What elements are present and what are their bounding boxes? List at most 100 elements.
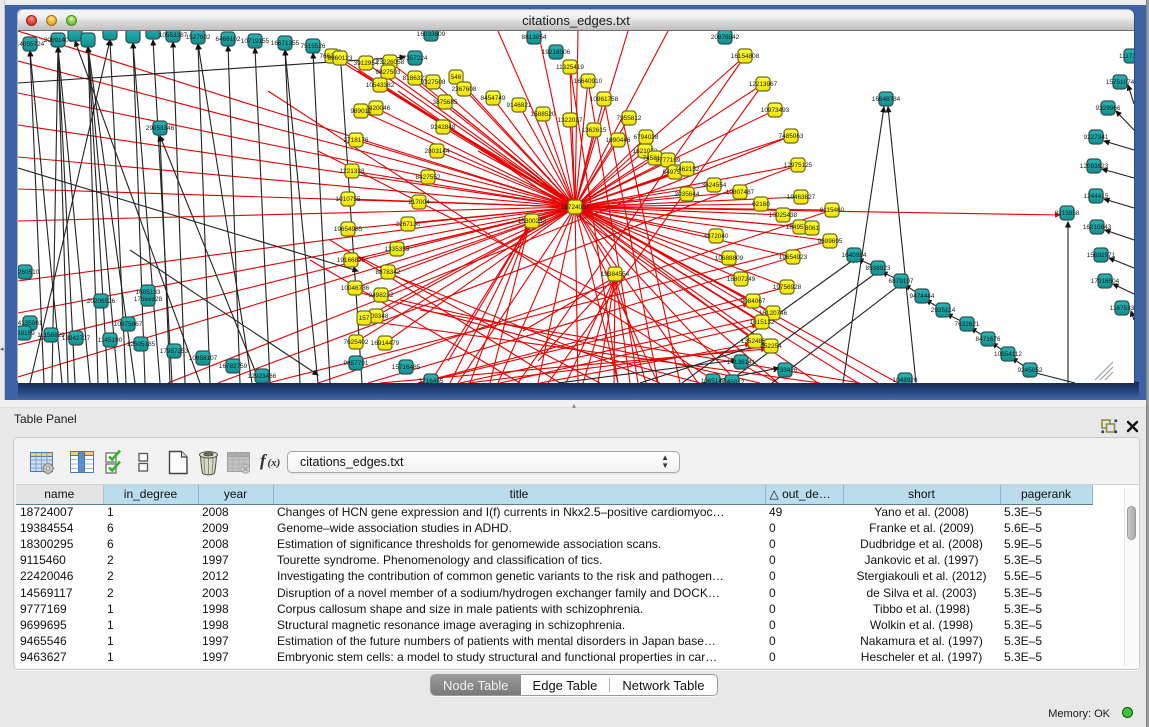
svg-text:10958107: 10958107 [189, 355, 218, 362]
svg-text:12213967: 12213967 [749, 81, 778, 88]
svg-text:3624554: 3624554 [702, 182, 727, 189]
svg-text:16640910: 16640910 [574, 78, 603, 85]
svg-text:9245012: 9245012 [720, 379, 745, 383]
svg-text:10973493: 10973493 [761, 107, 790, 114]
svg-text:15716485: 15716485 [392, 364, 421, 371]
svg-text:1588520: 1588520 [531, 111, 556, 118]
svg-text:2803144: 2803144 [425, 148, 450, 155]
svg-text:29053346: 29053346 [146, 125, 175, 132]
svg-text:4872040: 4872040 [704, 233, 729, 240]
svg-text:7625402: 7625402 [344, 339, 369, 346]
svg-text:10543382: 10543382 [366, 82, 395, 89]
svg-text:16033809: 16033809 [417, 31, 446, 38]
svg-text:18724007: 18724007 [561, 204, 590, 211]
svg-text:9245052: 9245052 [1018, 367, 1043, 374]
svg-text:9827503: 9827503 [376, 69, 401, 76]
svg-text:16671355: 16671355 [271, 40, 300, 47]
svg-text:1527602: 1527602 [186, 34, 211, 41]
svg-text:10807487: 10807487 [726, 189, 755, 196]
svg-text:7357224: 7357224 [403, 55, 428, 62]
svg-text:3267130: 3267130 [396, 221, 421, 228]
svg-text:252254: 252254 [760, 343, 782, 350]
svg-text:19166825: 19166825 [337, 257, 366, 264]
svg-text:1615132: 1615132 [750, 319, 775, 326]
svg-text:1244415: 1244415 [1084, 193, 1109, 200]
svg-text:9474444: 9474444 [910, 293, 935, 300]
svg-text:1010755: 1010755 [336, 196, 361, 203]
svg-text:9498222: 9498222 [369, 292, 394, 299]
svg-text:7955812: 7955812 [617, 115, 642, 122]
svg-text:1145190: 1145190 [98, 337, 123, 344]
svg-text:939159: 939159 [18, 330, 35, 337]
svg-text:8813054: 8813054 [522, 34, 547, 41]
svg-text:9242848: 9242848 [431, 124, 456, 131]
svg-text:8215958: 8215958 [1055, 210, 1080, 217]
svg-text:9146821: 9146821 [507, 102, 532, 109]
svg-text:217004: 217004 [408, 199, 430, 206]
svg-text:9329966: 9329966 [1096, 105, 1121, 112]
svg-text:11325419: 11325419 [556, 64, 584, 71]
svg-text:1990446: 1990446 [606, 137, 631, 144]
svg-text:157: 157 [359, 315, 370, 322]
svg-text:8878342: 8878342 [376, 269, 401, 276]
svg-text:10719155: 10719155 [241, 38, 270, 45]
svg-text:15692971: 15692971 [1087, 252, 1116, 259]
svg-text:7462152: 7462152 [675, 166, 700, 173]
svg-text:16648784: 16648784 [872, 96, 901, 103]
svg-text:1117123: 1117123 [1119, 53, 1134, 60]
svg-text:16154808: 16154808 [731, 53, 760, 60]
svg-text:19654923: 19654923 [779, 254, 808, 261]
svg-text:10961758: 10961758 [590, 96, 619, 103]
svg-text:2718176: 2718176 [344, 137, 369, 144]
svg-text:9857791: 9857791 [344, 360, 369, 367]
svg-text:9227341: 9227341 [1084, 134, 1109, 141]
svg-text:6466102: 6466102 [216, 36, 241, 43]
svg-text:1167533: 1167533 [1110, 305, 1134, 312]
svg-text:1605133: 1605133 [136, 289, 161, 296]
svg-text:1362615: 1362615 [582, 127, 607, 134]
svg-text:2935114: 2935114 [931, 307, 956, 314]
svg-text:9084067: 9084067 [741, 298, 766, 305]
svg-text:9777169: 9777169 [656, 157, 681, 164]
svg-text:9115460: 9115460 [820, 207, 845, 214]
svg-text:14136141: 14136141 [727, 359, 756, 366]
svg-text:9699695: 9699695 [818, 238, 843, 245]
svg-text:8061: 8061 [805, 225, 820, 232]
svg-text:19654985: 19654985 [334, 226, 363, 233]
svg-text:10975867: 10975867 [114, 321, 143, 328]
svg-text:9327508: 9327508 [421, 79, 446, 86]
svg-text:1640934: 1640934 [842, 252, 867, 259]
svg-text:1733426: 1733426 [773, 367, 798, 374]
svg-text:18807249: 18807249 [727, 276, 756, 283]
svg-text:(x): (x) [268, 457, 281, 469]
svg-text:20206526: 20206526 [87, 298, 116, 305]
svg-text:62160: 62160 [752, 201, 770, 208]
svg-text:12975125: 12975125 [784, 162, 813, 169]
svg-text:13942737: 13942737 [62, 335, 91, 342]
svg-text:12093823: 12093823 [1080, 163, 1109, 170]
svg-text:16914479: 16914479 [371, 340, 400, 347]
svg-text:10688809: 10688809 [715, 255, 744, 262]
svg-text:19463627: 19463627 [787, 194, 816, 201]
svg-text:2367608: 2367608 [452, 86, 477, 93]
svg-text:15300233: 15300233 [518, 218, 547, 225]
svg-text:7632621: 7632621 [955, 321, 980, 328]
svg-text:12505185: 12505185 [127, 341, 156, 348]
svg-text:20876842: 20876842 [711, 34, 740, 41]
svg-text:12923466: 12923466 [248, 373, 277, 380]
svg-text:2035644: 2035644 [675, 191, 700, 198]
svg-text:19756928: 19756928 [773, 284, 802, 291]
svg-text:1221338: 1221338 [340, 168, 365, 175]
svg-text:6879197: 6879197 [889, 278, 914, 285]
svg-text:10046786: 10046786 [341, 285, 370, 292]
svg-text:16210643: 16210643 [1083, 224, 1112, 231]
svg-text:25260510: 25260510 [18, 269, 40, 276]
svg-text:8938923: 8938923 [866, 265, 891, 272]
svg-text:1322037: 1322037 [558, 117, 583, 124]
svg-text:16782759: 16782759 [219, 363, 248, 370]
svg-text:7515526: 7515526 [301, 43, 326, 50]
svg-text:19384554: 19384554 [601, 271, 630, 278]
svg-text:8427552: 8427552 [416, 174, 441, 181]
svg-text:17016504: 17016504 [1091, 278, 1120, 285]
svg-text:8454749: 8454749 [481, 95, 506, 102]
